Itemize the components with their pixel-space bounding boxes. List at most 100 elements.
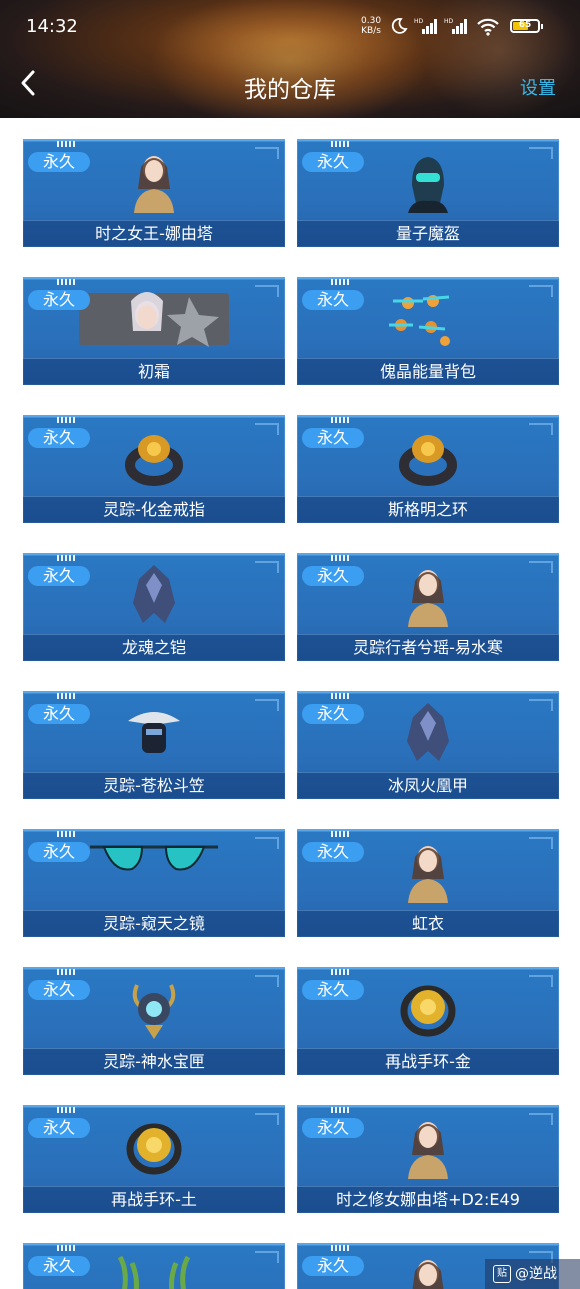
permanent-badge: 永久 [302,842,364,862]
inventory-item-card[interactable]: 永久灵踪-神水宝匣 [23,967,285,1075]
card-tick-decoration [331,693,349,699]
backpack-icon [383,287,473,355]
inventory-item-card[interactable]: 永久龙魂之铠 [23,553,285,661]
inventory-item-card[interactable]: 永久初霜 [23,277,285,385]
card-tick-decoration [57,279,75,285]
card-tick-decoration [331,831,349,837]
character-portrait-icon [398,1253,458,1289]
permanent-badge: 永久 [28,152,90,172]
item-name: 灵踪-化金戒指 [23,496,285,523]
permanent-badge: 永久 [28,566,90,586]
card-tick-decoration [57,1107,75,1113]
card-tick-decoration [57,555,75,561]
inventory-item-card[interactable]: 永久灵踪-苍松斗笠 [23,691,285,799]
inventory-item-card[interactable]: 永久灵踪行者兮瑶-易水寒 [297,553,559,661]
item-name: 灵踪-苍松斗笠 [23,772,285,799]
permanent-badge: 永久 [302,152,364,172]
armor-icon [403,701,453,769]
permanent-badge: 永久 [28,1256,90,1276]
card-tick-decoration [57,693,75,699]
card-tick-decoration [57,969,75,975]
inventory-item-card[interactable]: 永久虹衣 [297,829,559,937]
card-tick-decoration [331,279,349,285]
inventory-item-card[interactable]: 永久再战手环-土 [23,1105,285,1213]
tieba-icon: 贴 [493,1265,511,1283]
permanent-badge: 永久 [28,290,90,310]
card-tick-decoration [331,1245,349,1251]
item-name: 初霜 [23,358,285,385]
hat-icon [124,701,184,769]
permanent-badge: 永久 [302,566,364,586]
item-name: 傀晶能量背包 [297,358,559,385]
card-tick-decoration [331,417,349,423]
item-name: 灵踪-窥天之镜 [23,910,285,937]
card-tick-decoration [331,555,349,561]
header: 14:32 0.30 KB/s HD HD 65 我的仓库 设置 [0,0,580,118]
weapon-skin-icon [79,287,229,355]
permanent-badge: 永久 [302,704,364,724]
character-portrait-icon [398,563,458,631]
card-tick-decoration [331,141,349,147]
armor-icon [129,563,179,631]
item-name: 再战手环-金 [297,1048,559,1075]
inventory-item-card[interactable]: 永久傀晶能量背包 [297,277,559,385]
permanent-badge: 永久 [302,1118,364,1138]
character-portrait-icon [398,839,458,907]
permanent-badge: 永久 [302,290,364,310]
watermark-text: @逆战 [515,1266,557,1282]
card-tick-decoration [331,1107,349,1113]
box-icon [127,977,181,1045]
card-tick-decoration [57,417,75,423]
inventory-item-card[interactable]: 永久时之修女娜由塔+D2:E49 [297,1105,559,1213]
status-bar: 14:32 0.30 KB/s HD HD 65 [0,14,580,40]
permanent-badge: 永久 [302,428,364,448]
item-name: 再战手环-土 [23,1186,285,1213]
permanent-badge: 永久 [28,980,90,1000]
item-name: 龙魂之铠 [23,634,285,661]
inventory-grid: 永久 时之女王-娜由塔 永久 量子魔盔 永久 初霜 永久 傀晶能量背包 永久 灵踪-化金戒指 永久斯… [0,118,580,1289]
item-name: 量子魔盔 [297,220,559,247]
card-tick-decoration [57,831,75,837]
permanent-badge: 永久 [28,1118,90,1138]
glasses-icon [84,839,224,883]
antler-icon [114,1253,194,1289]
permanent-badge: 永久 [28,704,90,724]
character-portrait-icon [124,149,184,217]
card-tick-decoration [57,141,75,147]
inventory-item-card[interactable]: 永久 [23,1243,285,1289]
svg-text:HD: HD [414,18,424,25]
inventory-item-card[interactable]: 永久 灵踪-化金戒指 [23,415,285,523]
item-name: 时之修女娜由塔+D2:E49 [297,1186,559,1213]
watermark: 贴 @逆战 [485,1259,580,1289]
item-name: 虹衣 [297,910,559,937]
bracelet-icon [124,1115,184,1183]
inventory-item-card[interactable]: 永久斯格明之环 [297,415,559,523]
helmet-icon [398,149,458,217]
signal-1-icon: HD [414,18,437,34]
battery-indicator: 65 [510,19,543,33]
page-title: 我的仓库 [244,77,336,103]
ring-icon [396,425,460,493]
inventory-item-card[interactable]: 永久时之女王-娜由塔 [23,139,285,247]
inventory-item-card[interactable]: 永久量子魔盔 [297,139,559,247]
do-not-disturb-moon-icon [391,18,408,34]
network-speed-value: 0.30 [361,16,382,26]
inventory-item-card[interactable]: 永久冰凤火凰甲 [297,691,559,799]
item-name: 灵踪-神水宝匣 [23,1048,285,1075]
battery-level: 65 [518,20,532,30]
svg-text:HD: HD [444,18,454,25]
item-name: 斯格明之环 [297,496,559,523]
item-name: 冰凤火凰甲 [297,772,559,799]
permanent-badge: 永久 [302,1256,364,1276]
settings-button[interactable]: 设置 [520,74,556,100]
item-name: 时之女王-娜由塔 [23,220,285,247]
inventory-item-card[interactable]: 永久再战手环-金 [297,967,559,1075]
ring-icon [122,425,186,493]
card-tick-decoration [331,969,349,975]
item-name: 灵踪行者兮瑶-易水寒 [297,634,559,661]
bracelet-icon [398,977,458,1045]
inventory-item-card[interactable]: 永久 灵踪-窥天之镜 [23,829,285,937]
wifi-icon [477,18,499,36]
permanent-badge: 永久 [302,980,364,1000]
network-speed: 0.30 KB/s [361,16,381,36]
